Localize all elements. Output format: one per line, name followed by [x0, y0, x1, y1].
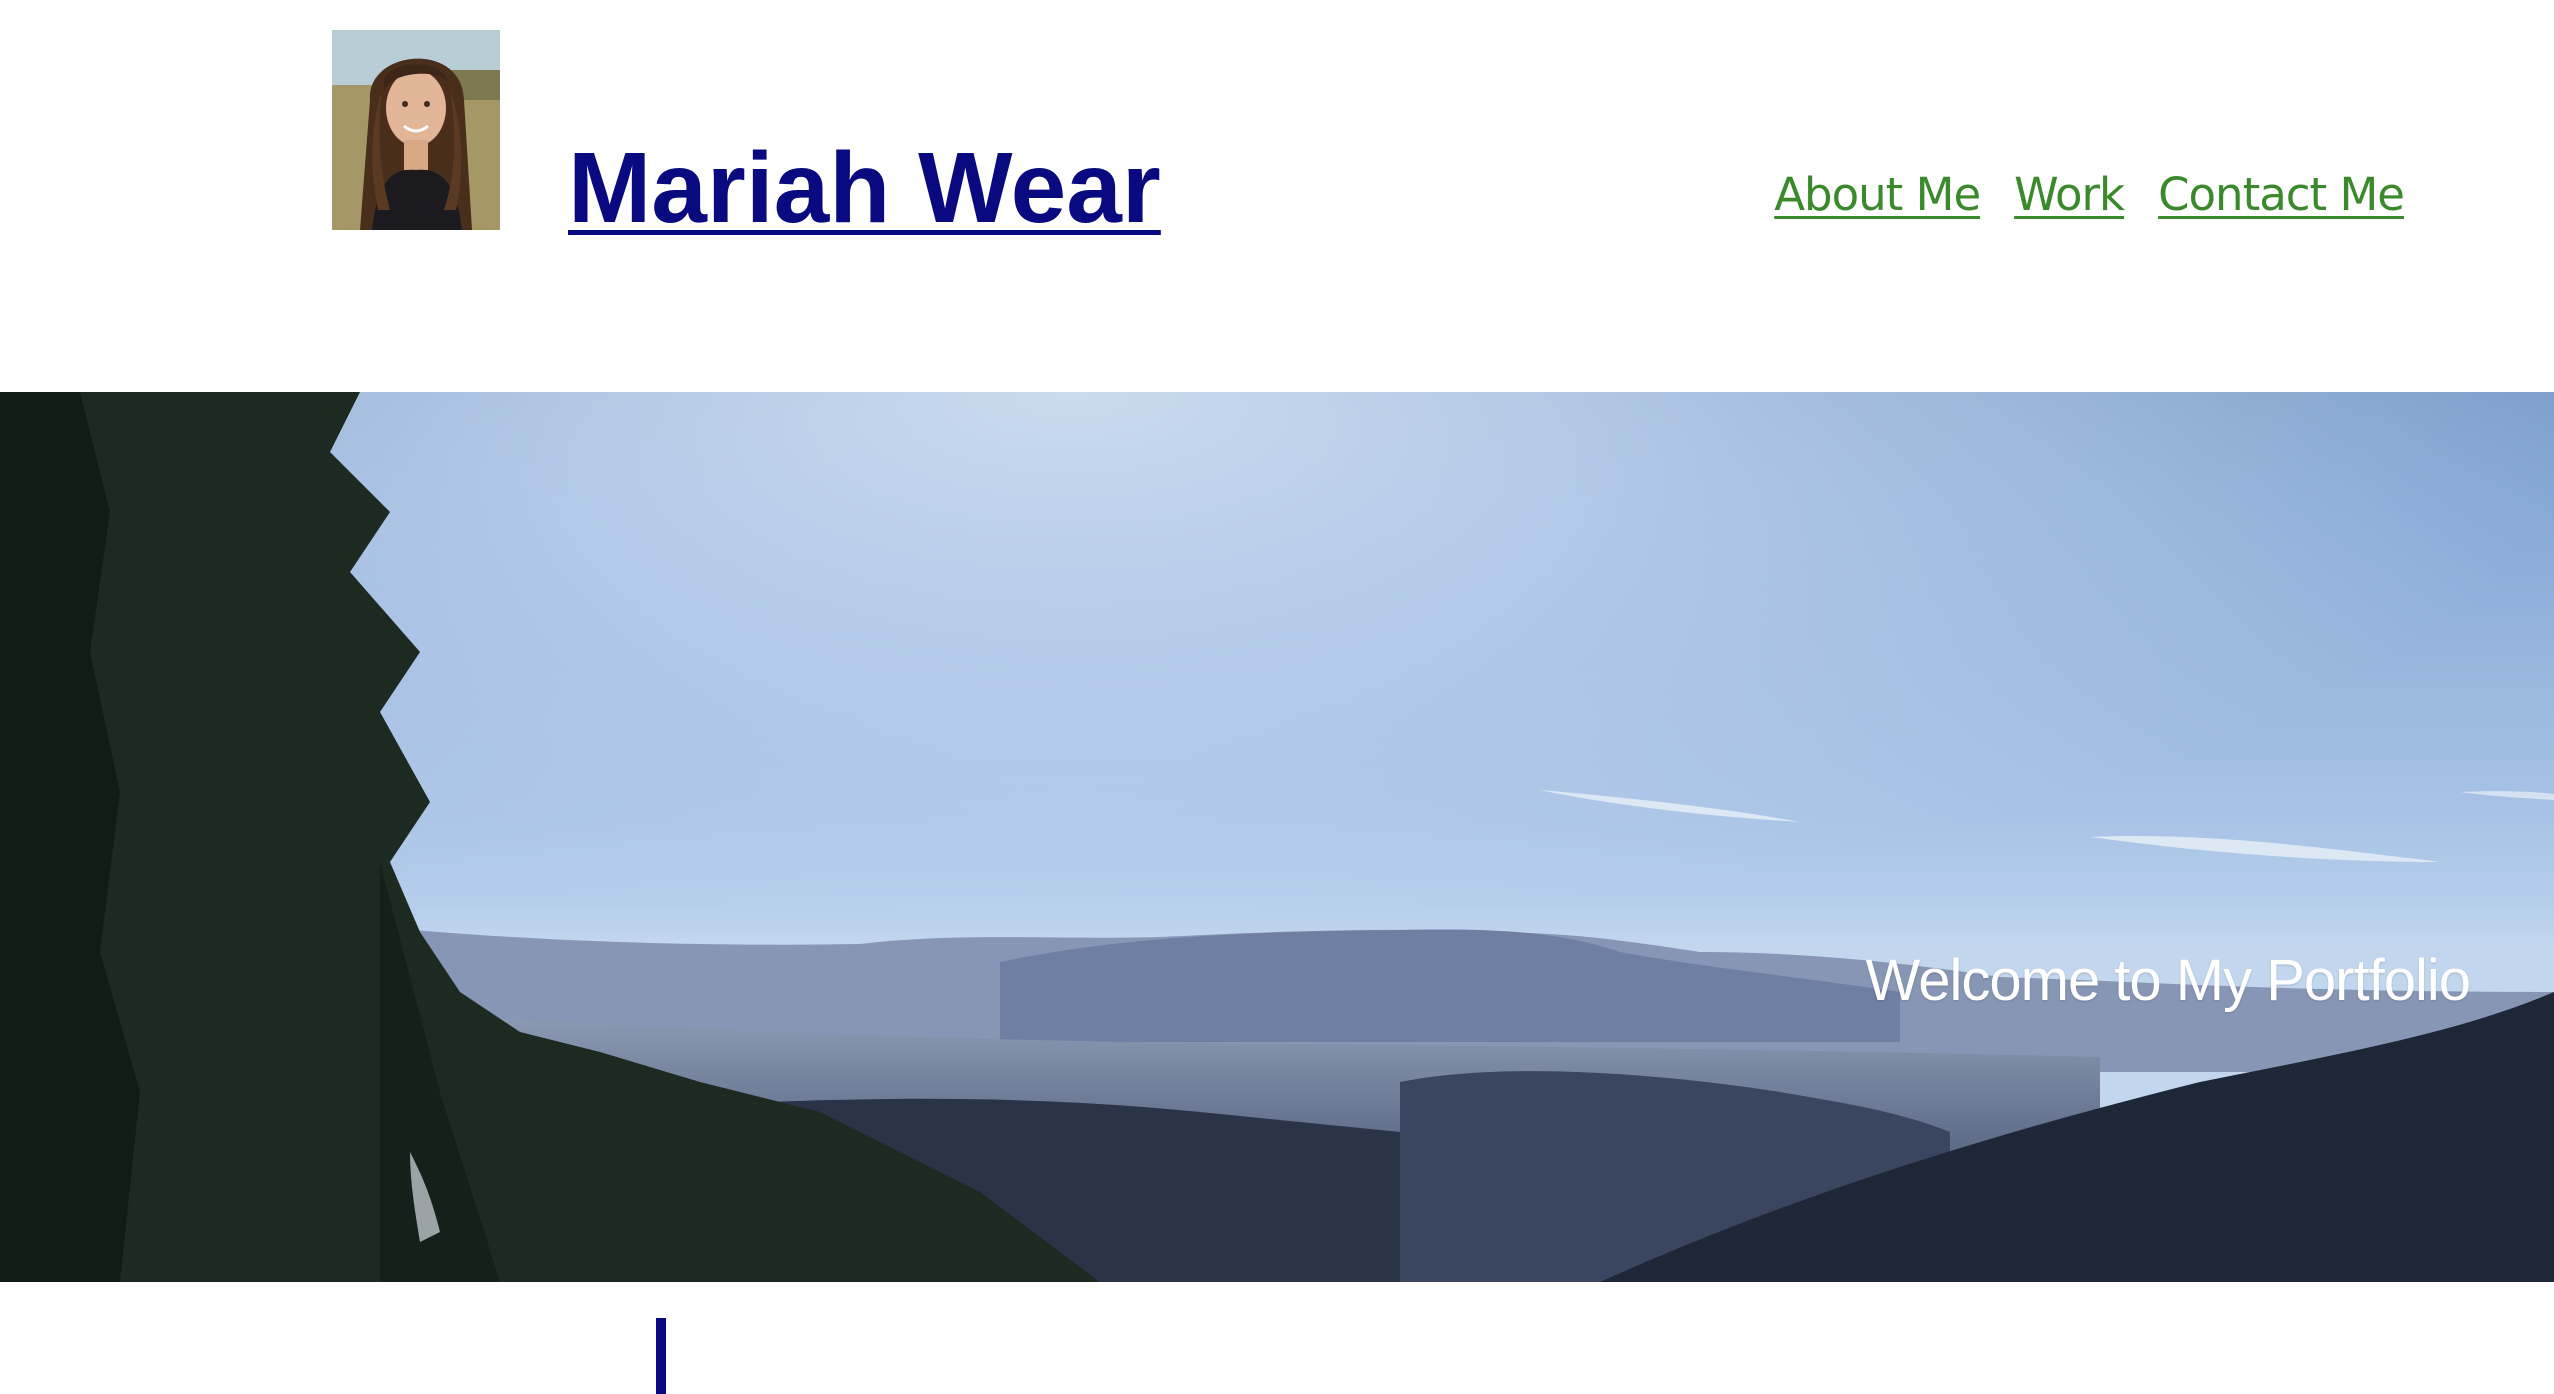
hero-banner: Welcome to My Portfolio — [0, 392, 2554, 1282]
page: Mariah Wear About Me Work Contact Me Wel… — [0, 0, 2554, 1394]
content-divider-bar — [656, 1318, 666, 1394]
nav-link-about-me[interactable]: About Me — [1774, 172, 1981, 217]
nav-link-contact-me[interactable]: Contact Me — [2158, 172, 2405, 217]
avatar-portrait-image — [332, 30, 500, 230]
hero-landscape-image — [0, 392, 2554, 1282]
hero-caption: Welcome to My Portfolio — [1865, 948, 2471, 1013]
site-title-link[interactable]: Mariah Wear — [568, 138, 1161, 238]
nav-link-work[interactable]: Work — [2014, 172, 2125, 217]
main-nav: About Me Work Contact Me — [1774, 172, 2405, 217]
avatar — [332, 30, 500, 230]
